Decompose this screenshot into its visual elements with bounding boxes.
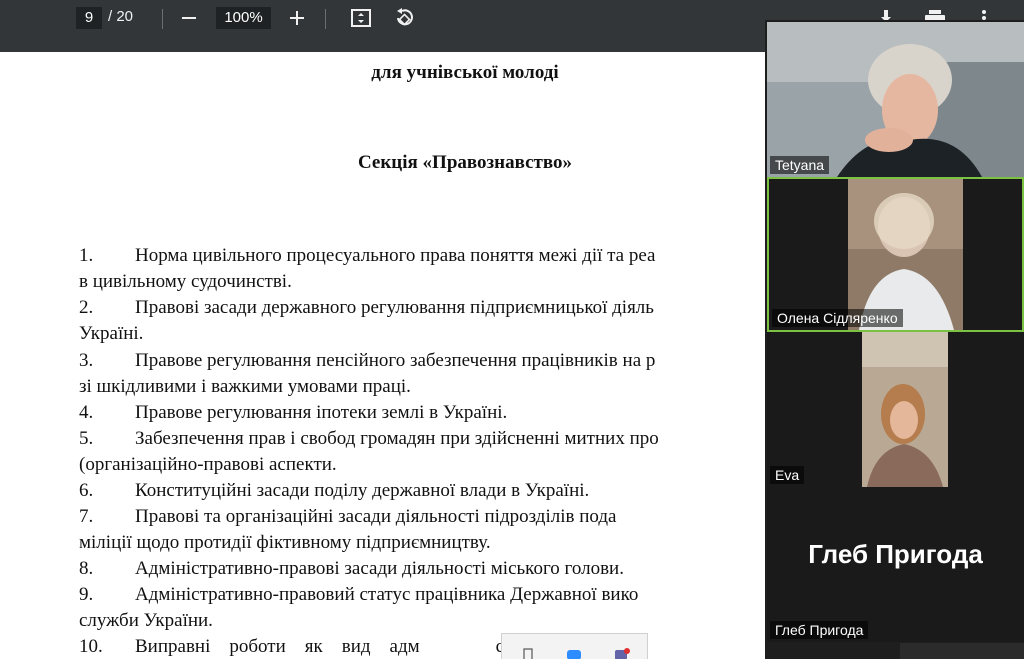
taskbar-popup xyxy=(501,633,648,659)
panel-footer xyxy=(900,643,1024,659)
list-item: 4. Правове регулювання іпотеки землі в Ук… xyxy=(79,402,508,423)
list-item-continued: зі шкідливими і важкими умовами праці. xyxy=(79,376,411,397)
toolbar-divider xyxy=(162,9,163,29)
page-total-label: / 20 xyxy=(108,8,134,25)
zoom-in-icon[interactable] xyxy=(285,6,309,30)
list-item: 7. Правові та організаційні засади діяльн… xyxy=(79,506,617,527)
zoom-out-icon[interactable] xyxy=(177,6,201,30)
list-item-continued: міліції щодо протидії фіктивному підприє… xyxy=(79,532,491,553)
participant-name: Eva xyxy=(770,466,805,484)
list-item: 10. Виправні роботи як вид адм стягнення … xyxy=(79,636,612,657)
video-tile[interactable]: Tetyana xyxy=(767,22,1024,177)
list-item: 9. Адміністративно-правовий статус праців… xyxy=(79,584,639,605)
list-item-continued: (організаційно-правові аспекти. xyxy=(79,454,337,475)
zoom-app-icon[interactable] xyxy=(566,647,582,659)
list-item-continued: в цивільному судочинстві. xyxy=(79,271,292,292)
zoom-level-input[interactable]: 100% xyxy=(216,7,271,29)
participant-video xyxy=(767,332,1024,487)
participant-video xyxy=(767,22,1024,177)
list-item: 8. Адміністративно-правові засади діяльно… xyxy=(79,558,624,579)
video-tile[interactable]: Глеб Пригода Глеб Пригода xyxy=(767,487,1024,642)
video-tile[interactable]: Eva xyxy=(767,332,1024,487)
participant-avatar-name: Глеб Пригода xyxy=(808,539,983,569)
list-item: 2. Правові засади державного регулювання … xyxy=(79,297,654,318)
participant-name: Tetyana xyxy=(770,156,830,174)
participant-name: Олена Сідляренко xyxy=(772,309,903,327)
list-item: 5. Забезпечення прав і свобод громадян пр… xyxy=(79,428,659,449)
list-item-continued: Україні. xyxy=(79,323,144,344)
page-number-input[interactable]: 9 xyxy=(76,7,102,29)
list-item: 3. Правове регулювання пенсійного забезпе… xyxy=(79,350,656,371)
pdf-page: для учнівської молоді Секція «Правознавс… xyxy=(0,52,768,659)
document-icon[interactable] xyxy=(520,647,536,659)
fit-page-icon[interactable] xyxy=(349,6,373,30)
section-title: Секція «Правознавство» xyxy=(357,152,573,173)
list-item: 1. Норма цивільного процесуального права … xyxy=(79,245,656,266)
video-tile-active-speaker[interactable]: Олена Сідляренко xyxy=(767,177,1024,332)
teams-icon[interactable] xyxy=(614,647,630,659)
rotate-icon[interactable] xyxy=(392,6,416,30)
toolbar-divider xyxy=(325,9,326,29)
participant-name: Глеб Пригода xyxy=(770,621,869,639)
document-heading: для учнівської молоді xyxy=(371,62,559,83)
list-item: 6. Конституційні засади поділу державної … xyxy=(79,480,590,501)
participant-video xyxy=(769,179,1022,330)
list-item-continued: служби України. xyxy=(79,610,213,631)
